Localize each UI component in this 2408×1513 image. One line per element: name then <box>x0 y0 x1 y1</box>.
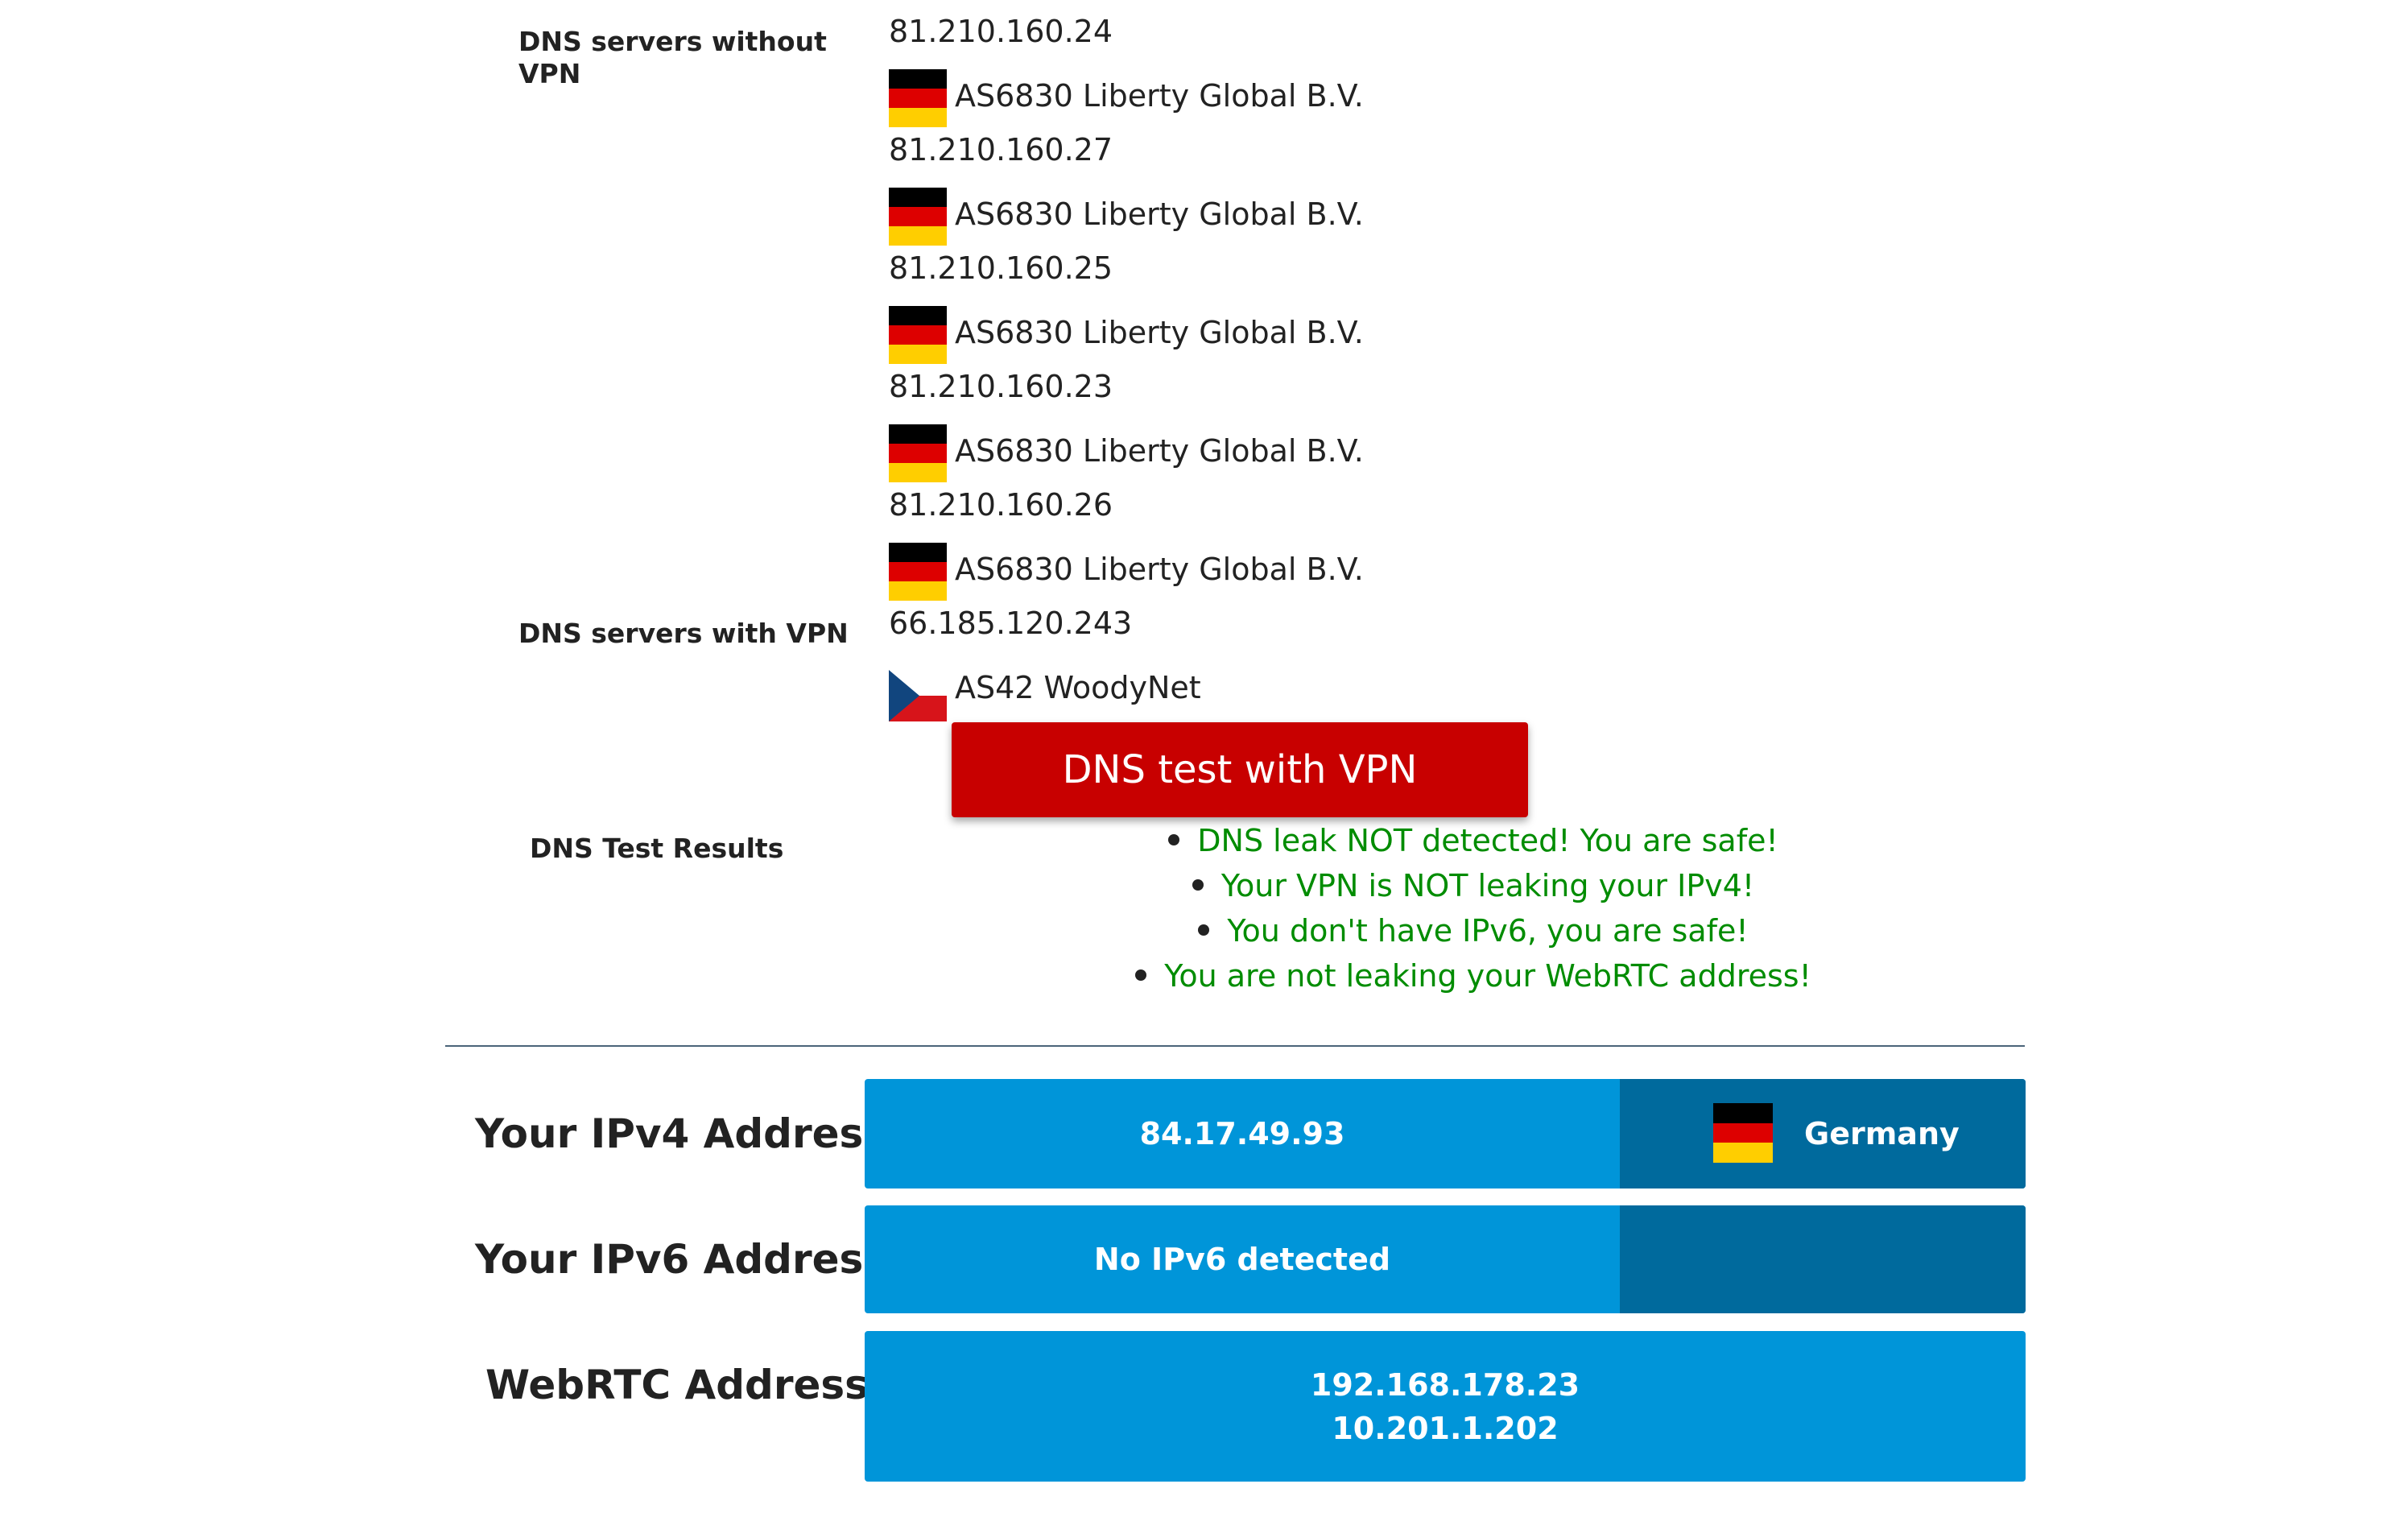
result-item: You are not leaking your WebRTC address! <box>950 953 1997 998</box>
germany-flag-icon <box>889 188 947 246</box>
webrtc-address-value: 192.168.178.23 <box>1310 1366 1580 1403</box>
bullet-icon <box>1198 924 1210 936</box>
ipv4-country-name: Germany <box>1804 1116 1960 1151</box>
dns-server-ip: 81.210.160.25 <box>889 250 1113 286</box>
germany-flag-icon <box>889 306 947 364</box>
webrtc-address-label: WebRTC Address <box>485 1362 869 1408</box>
webrtc-address-box: 192.168.178.23 10.201.1.202 <box>865 1331 2026 1482</box>
dns-server-asn: AS6830 Liberty Global B.V. <box>955 552 1364 587</box>
dns-test-with-vpn-button[interactable]: DNS test with VPN <box>952 722 1528 817</box>
flag-stripe-black <box>889 424 947 444</box>
flag-stripe-red <box>889 88 947 108</box>
dns-server-ip: 66.185.120.243 <box>889 606 1133 641</box>
result-item: You don't have IPv6, you are safe! <box>950 908 1997 953</box>
bullet-icon <box>1168 833 1180 845</box>
result-item: DNS leak NOT detected! You are safe! <box>950 818 1997 863</box>
ipv6-address-label: Your IPv6 Address <box>475 1236 888 1283</box>
dns-with-vpn-label: DNS servers with VPN <box>518 618 849 649</box>
flag-stripe-red <box>1713 1122 1773 1143</box>
ipv4-address-value: 84.17.49.93 <box>1139 1116 1345 1151</box>
dns-server-ip: 81.210.160.27 <box>889 132 1113 167</box>
webrtc-address-value: 10.201.1.202 <box>1332 1410 1559 1446</box>
section-divider <box>445 1045 2025 1047</box>
flag-stripe-gold <box>889 462 947 482</box>
result-item: Your VPN is NOT leaking your IPv4! <box>950 863 1997 908</box>
ipv6-address-box: No IPv6 detected <box>865 1205 2026 1313</box>
webrtc-address-values: 192.168.178.23 10.201.1.202 <box>865 1331 2026 1482</box>
dns-server-asn: AS6830 Liberty Global B.V. <box>955 315 1364 350</box>
flag-stripe-gold <box>889 581 947 601</box>
dns-test-results-list: DNS leak NOT detected! You are safe! You… <box>950 818 1997 998</box>
flag-stripe-red <box>889 443 947 463</box>
flag-stripe-gold <box>889 344 947 364</box>
ipv4-address-label: Your IPv4 Address <box>475 1110 888 1157</box>
flag-stripe-black <box>889 306 947 325</box>
flag-stripe-gold <box>1713 1143 1773 1163</box>
flag-stripe-red <box>889 206 947 226</box>
flag-stripe-black <box>889 69 947 89</box>
dns-without-vpn-label: DNS servers without VPN <box>518 26 827 89</box>
germany-flag-icon <box>889 69 947 127</box>
dns-server-asn: AS6830 Liberty Global B.V. <box>955 433 1364 469</box>
flag-stripe-gold <box>889 225 947 246</box>
flag-stripe-black <box>1713 1103 1773 1123</box>
flag-stripe-black <box>889 543 947 562</box>
dns-server-asn: AS6830 Liberty Global B.V. <box>955 196 1364 232</box>
dns-server-ip: 81.210.160.23 <box>889 369 1113 404</box>
germany-flag-icon <box>1713 1103 1773 1163</box>
flag-stripe-gold <box>889 107 947 127</box>
bullet-icon <box>1135 969 1147 981</box>
ipv4-address-box: 84.17.49.93 Germany <box>865 1079 2026 1188</box>
flag-stripe-red <box>889 325 947 345</box>
germany-flag-icon <box>889 424 947 482</box>
dns-server-asn: AS6830 Liberty Global B.V. <box>955 78 1364 114</box>
flag-stripe-black <box>889 188 947 207</box>
dns-server-ip: 81.210.160.26 <box>889 487 1113 523</box>
germany-flag-icon <box>889 543 947 601</box>
dns-server-asn: AS42 WoodyNet <box>955 670 1201 705</box>
dns-test-results-label: DNS Test Results <box>530 833 784 864</box>
bullet-icon <box>1192 878 1204 891</box>
flag-stripe-red <box>889 561 947 581</box>
ipv6-country-panel <box>1620 1205 2026 1313</box>
ipv4-country-panel: Germany <box>1620 1079 2026 1188</box>
dns-server-ip: 81.210.160.24 <box>889 14 1113 49</box>
czech-flag-icon <box>889 670 947 721</box>
ipv6-address-value: No IPv6 detected <box>1093 1242 1391 1277</box>
